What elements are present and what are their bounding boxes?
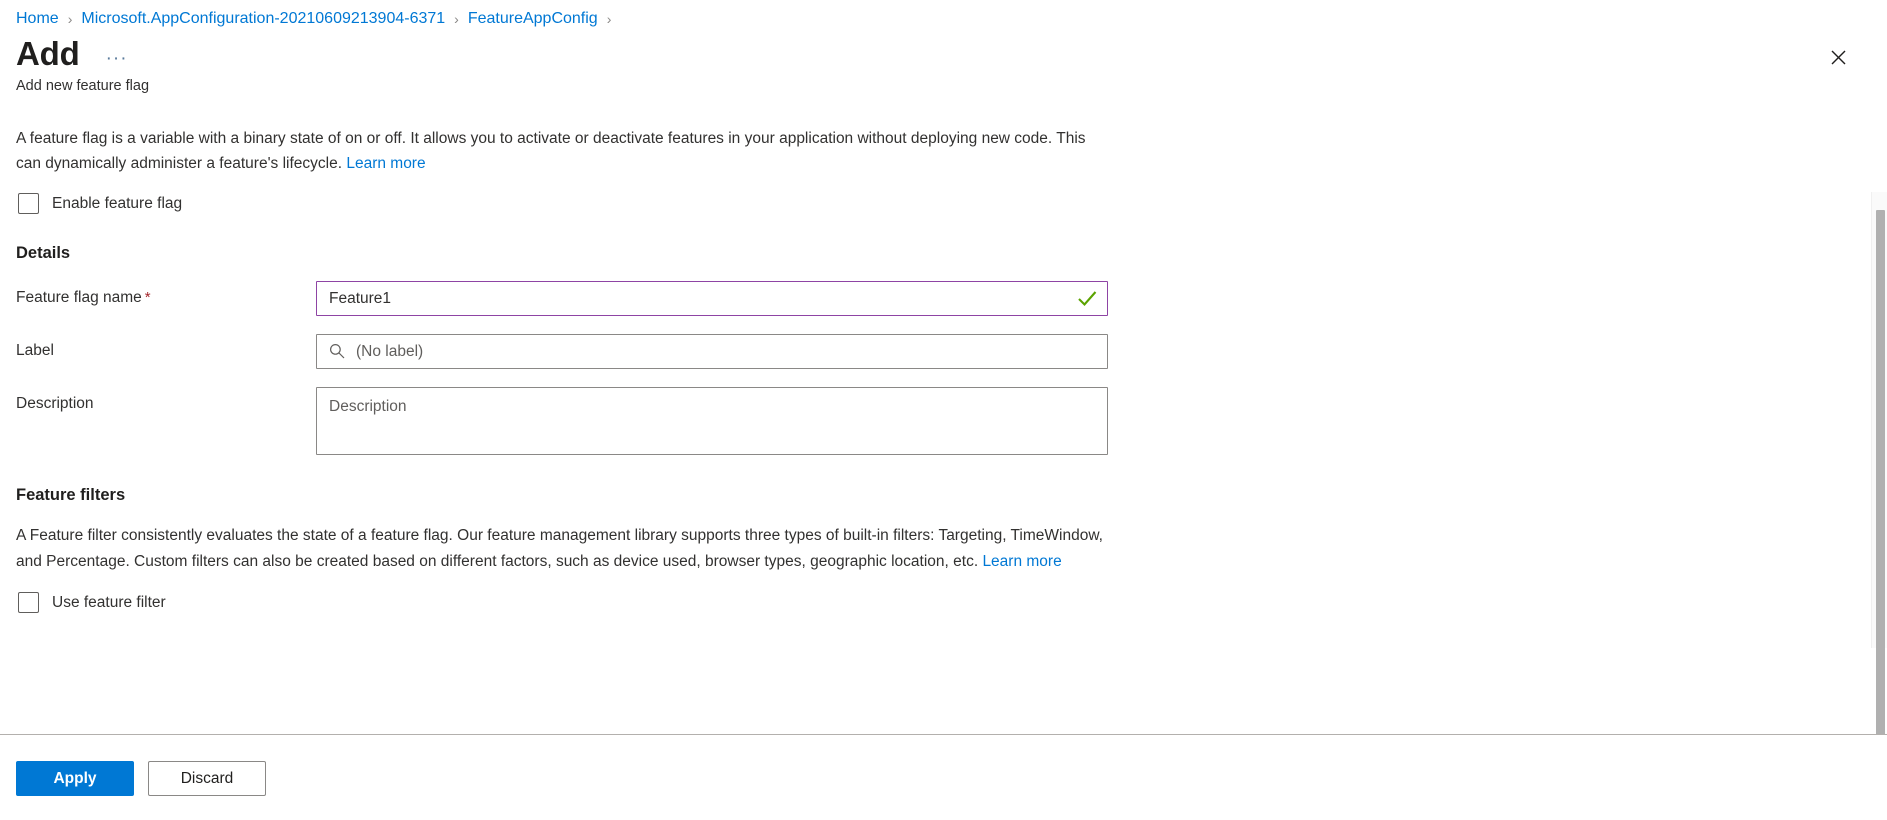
breadcrumb-item-home[interactable]: Home [16, 10, 59, 28]
vertical-scrollbar[interactable] [1871, 192, 1887, 734]
feature-flag-name-control [316, 281, 1108, 316]
use-feature-filter-label: Use feature filter [52, 593, 166, 611]
feature-filters-heading: Feature filters [16, 486, 126, 504]
enable-feature-flag-label: Enable feature flag [52, 194, 183, 212]
scrollbar-thumb[interactable] [1876, 210, 1885, 734]
feature-flag-name-label: Feature flag name * [16, 281, 316, 308]
breadcrumb-separator-icon: › [454, 10, 459, 27]
description-field-control [316, 387, 1108, 460]
label-field-control [316, 334, 1108, 369]
enable-feature-flag-checkbox[interactable] [18, 193, 39, 214]
add-feature-flag-blade: Home › Microsoft.AppConfiguration-202106… [0, 0, 1887, 820]
label-field-input[interactable] [316, 334, 1108, 369]
breadcrumb-item-app-config[interactable]: FeatureAppConfig [468, 10, 598, 28]
discard-button[interactable]: Discard [148, 761, 266, 796]
page-subtitle: Add new feature flag [16, 78, 150, 94]
label-field-row: Label [16, 334, 1887, 369]
details-heading: Details [16, 244, 71, 262]
use-feature-filter-checkbox-row[interactable]: Use feature filter [18, 592, 166, 613]
breadcrumb-separator-icon: › [606, 10, 612, 27]
description-textarea[interactable] [316, 387, 1108, 455]
intro-text: A feature flag is a variable with a bina… [16, 130, 1086, 172]
intro-description: A feature flag is a variable with a bina… [16, 126, 1101, 176]
use-feature-filter-checkbox[interactable] [18, 592, 39, 613]
intro-learn-more-link[interactable]: Learn more [346, 155, 425, 172]
feature-flag-name-input[interactable] [316, 281, 1108, 316]
apply-button[interactable]: Apply [16, 761, 134, 796]
blade-footer: Apply Discard [0, 734, 1887, 820]
enable-feature-flag-checkbox-row[interactable]: Enable feature flag [18, 193, 182, 214]
required-asterisk: * [144, 289, 151, 306]
feature-flag-name-label-text: Feature flag name [16, 289, 142, 306]
feature-flag-name-row: Feature flag name * [16, 281, 1887, 316]
description-field-label: Description [16, 395, 94, 412]
breadcrumb-item-resource-group[interactable]: Microsoft.AppConfiguration-2021060921390… [81, 10, 445, 28]
page-title: Add [16, 35, 80, 72]
blade-title-row: Add ··· [0, 30, 1887, 74]
close-icon [1831, 50, 1845, 64]
breadcrumb-separator-icon: › [67, 10, 73, 27]
label-field-label: Label [16, 342, 54, 359]
breadcrumb: Home › Microsoft.AppConfiguration-202106… [0, 0, 1887, 30]
description-field-row: Description [16, 387, 1887, 460]
blade-content: A feature flag is a variable with a bina… [0, 96, 1887, 734]
more-options-button[interactable]: ··· [100, 49, 134, 68]
feature-filters-text: A Feature filter consistently evaluates … [16, 527, 1103, 570]
feature-filters-learn-more-link[interactable]: Learn more [982, 553, 1061, 570]
close-button[interactable] [1821, 40, 1855, 74]
feature-filters-description: A Feature filter consistently evaluates … [16, 523, 1108, 574]
